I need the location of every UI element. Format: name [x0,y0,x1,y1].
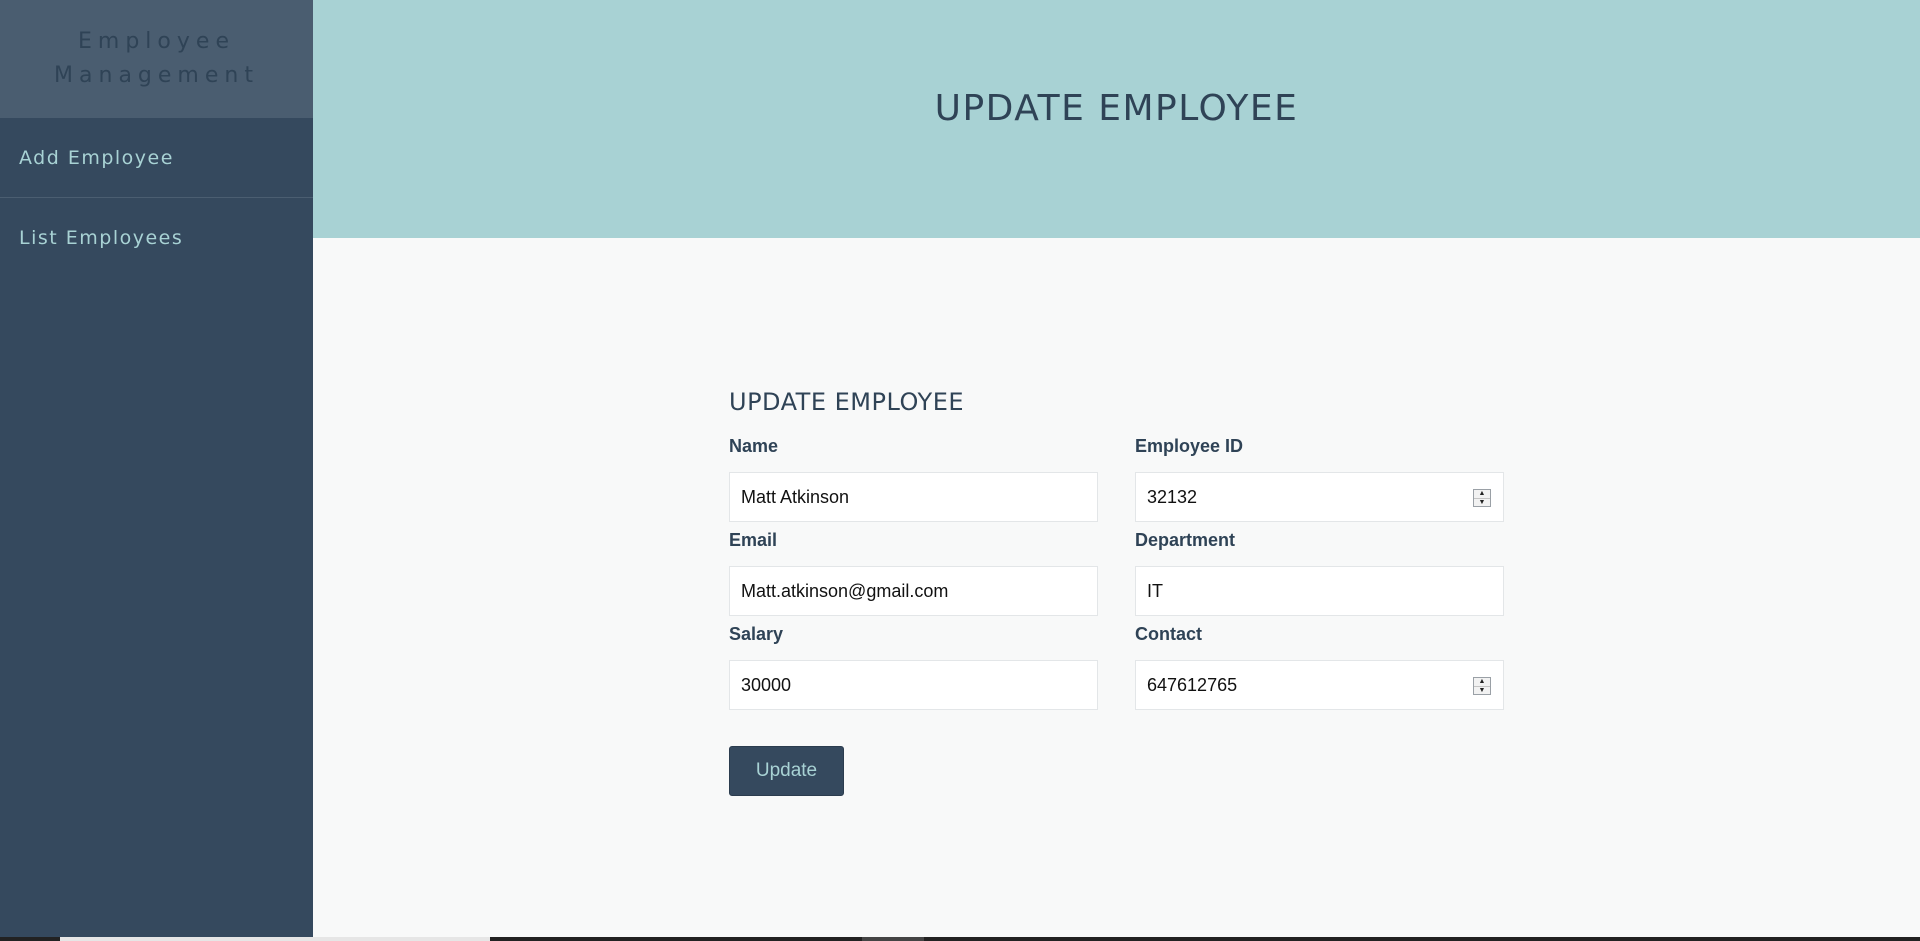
contact-input[interactable] [1136,661,1503,709]
salary-field-group: Salary [729,616,1098,710]
salary-input-box [729,660,1098,710]
email-field-group: Email [729,522,1098,616]
employee-id-field-group: Employee ID ▲ ▼ [1135,428,1504,522]
brand-title: Employee Management [54,29,259,88]
sidebar-item-add-employee[interactable]: Add Employee [0,118,313,198]
salary-input[interactable] [730,661,1097,709]
page-header: UPDATE EMPLOYEE [313,0,1920,238]
department-field-group: Department [1135,522,1504,616]
contact-field-group: Contact ▲ ▼ [1135,616,1504,710]
form-title: UPDATE EMPLOYEE [729,388,965,416]
employee-id-label: Employee ID [1135,436,1244,456]
stepper-up-icon[interactable]: ▲ [1474,490,1490,499]
bottom-bar-segment [862,937,924,941]
contact-label: Contact [1135,624,1202,644]
name-input[interactable] [730,473,1097,521]
salary-label: Salary [729,624,784,644]
brand-header: Employee Management [0,0,313,118]
email-input-box [729,566,1098,616]
form-row: Salary Contact ▲ ▼ [729,616,1509,710]
department-label: Department [1135,530,1236,550]
bottom-edge-bar [0,937,1920,941]
employee-id-stepper[interactable]: ▲ ▼ [1473,489,1491,507]
name-input-box [729,472,1098,522]
page-title: UPDATE EMPLOYEE [934,88,1299,129]
department-input-box [1135,566,1504,616]
employee-id-input-box: ▲ ▼ [1135,472,1504,522]
contact-stepper[interactable]: ▲ ▼ [1473,677,1491,695]
sidebar-item-list-employees[interactable]: List Employees [0,198,313,278]
main-content: UPDATE EMPLOYEE UPDATE EMPLOYEE Name Emp… [313,0,1920,941]
sidebar: Employee Management Add Employee List Em… [0,0,313,941]
form-row: Name Employee ID ▲ ▼ [729,428,1509,522]
form-row: Email Department [729,522,1509,616]
email-label: Email [729,530,778,550]
department-input[interactable] [1136,567,1503,615]
contact-input-box: ▲ ▼ [1135,660,1504,710]
name-label: Name [729,436,779,456]
email-input[interactable] [730,567,1097,615]
stepper-down-icon[interactable]: ▼ [1474,499,1490,507]
employee-id-input[interactable] [1136,473,1503,521]
bottom-bar-segment [60,937,490,941]
stepper-up-icon[interactable]: ▲ [1474,678,1490,687]
stepper-down-icon[interactable]: ▼ [1474,687,1490,695]
update-button[interactable]: Update [729,746,844,796]
name-field-group: Name [729,428,1098,522]
update-employee-form: UPDATE EMPLOYEE Name Employee ID ▲ ▼ [729,388,1509,796]
